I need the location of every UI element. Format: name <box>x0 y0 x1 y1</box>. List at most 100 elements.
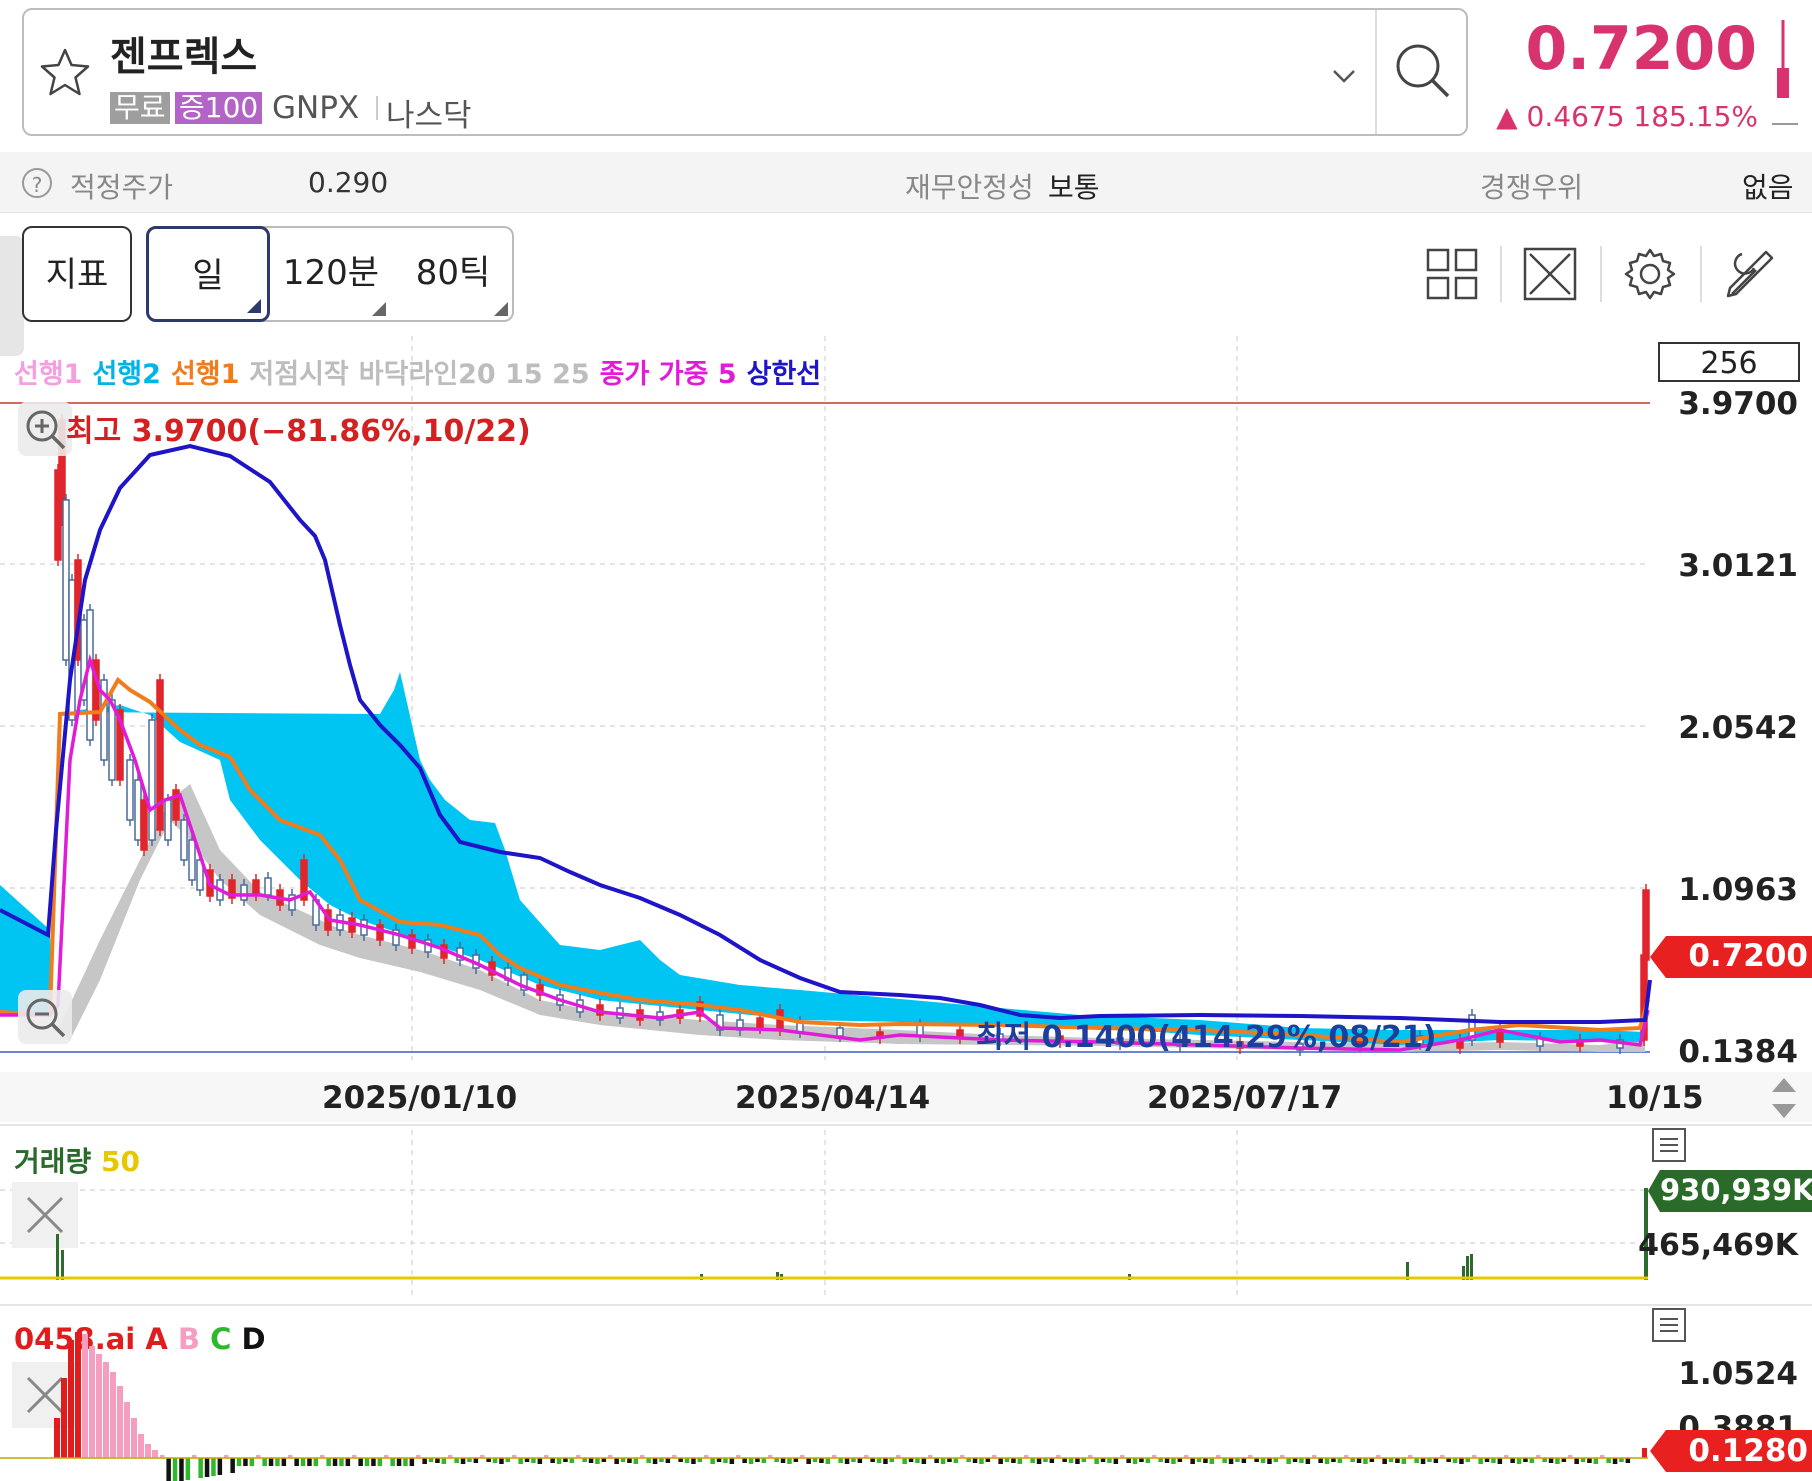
fair-price-value: 0.290 <box>308 166 389 199</box>
period-80tick-button[interactable]: 80틱 <box>392 226 514 322</box>
ai-bar <box>595 1458 600 1464</box>
ai-bar <box>1516 1458 1522 1464</box>
star-icon[interactable] <box>38 46 92 100</box>
zoom-out-icon[interactable] <box>18 990 72 1044</box>
ai-bar <box>1574 1458 1579 1464</box>
price-candle-icon <box>1777 20 1789 98</box>
period-day-button[interactable]: 일 <box>146 226 270 322</box>
candle-body <box>140 799 148 851</box>
ai-bar <box>75 1332 81 1458</box>
ai-bar <box>1228 1458 1234 1464</box>
ai-bar <box>307 1458 312 1466</box>
y-axis-label: 1.0963 <box>1678 872 1798 908</box>
ai-bar <box>326 1458 331 1466</box>
ai-bar <box>262 1458 267 1466</box>
ai-bar <box>89 1346 95 1458</box>
ai-bar <box>614 1458 619 1464</box>
margin-badge: 증100 <box>175 92 263 124</box>
competitive-advantage-label: 경쟁우위 <box>1480 171 1584 204</box>
current-price: 0.7200 <box>1525 14 1757 84</box>
ai-bar <box>825 1458 831 1464</box>
ai-bar <box>1497 1458 1503 1464</box>
candle-body <box>756 1017 764 1029</box>
visible-bars-count[interactable]: 256 <box>1658 342 1800 382</box>
ai-bar <box>1017 1458 1023 1464</box>
indicator-button[interactable]: 지표 <box>22 226 132 322</box>
ai-bar <box>1267 1458 1272 1464</box>
ai-bar <box>556 1458 562 1464</box>
ai-bar <box>1209 1458 1215 1464</box>
candle-body <box>376 924 384 941</box>
ai-bar <box>172 1458 178 1481</box>
ai-bar <box>979 1458 984 1464</box>
y-axis-label: 3.9700 <box>1678 386 1798 422</box>
ai-histogram <box>0 1332 1648 1481</box>
ai-bar <box>96 1354 102 1458</box>
ai-bar <box>1612 1458 1618 1464</box>
ai-bar <box>185 1458 191 1480</box>
divider <box>1500 246 1502 302</box>
period-120min-label: 120분 <box>282 253 380 293</box>
chevron-down-icon[interactable] <box>1322 54 1366 98</box>
free-badge: 무료 <box>110 92 170 124</box>
ai-bar <box>243 1458 248 1466</box>
tools-icon[interactable] <box>1722 246 1778 302</box>
ai-bar <box>390 1458 395 1466</box>
ai-bar <box>1459 1458 1464 1464</box>
menu-icon[interactable] <box>1652 1308 1686 1342</box>
ai-bar <box>1401 1458 1407 1464</box>
legend-leading2: 선행2 <box>92 359 161 390</box>
x-axis-label: 2025/01/10 <box>322 1080 518 1116</box>
ai-bar <box>300 1458 306 1466</box>
divider <box>1375 10 1377 134</box>
ai-bar <box>998 1458 1003 1464</box>
indicator-legend[interactable]: 선행1 선행2 선행1 저점시작 바닥라인20 15 25 종가 가중 5 상한선 <box>14 352 831 391</box>
fair-price-label: 적정주가 <box>70 171 174 204</box>
help-icon[interactable]: ? <box>22 168 52 198</box>
volume-bars <box>56 1188 1648 1280</box>
ai-bar <box>339 1458 344 1466</box>
period-day-label: 일 <box>192 256 224 296</box>
x-axis-label: 2025/07/17 <box>1147 1080 1343 1116</box>
zoom-in-icon[interactable] <box>18 402 72 456</box>
ai-bar <box>1642 1448 1647 1458</box>
gear-icon[interactable] <box>1622 246 1678 302</box>
candle-body <box>264 877 272 896</box>
ai-bar <box>883 1458 888 1464</box>
ai-bar <box>1363 1458 1368 1464</box>
period-120min-button[interactable]: 120분 <box>270 226 392 322</box>
search-icon[interactable] <box>1388 36 1458 106</box>
menu-icon[interactable] <box>1652 1128 1686 1162</box>
ai-bar <box>1555 1458 1560 1464</box>
ai-bar <box>313 1458 319 1466</box>
ai-bar <box>1132 1458 1138 1464</box>
ai-bar <box>152 1450 158 1458</box>
ai-bar <box>403 1458 408 1466</box>
fullscreen-icon[interactable] <box>1522 246 1578 302</box>
price-change: ▲ 0.4675 185.15% <box>1496 100 1758 133</box>
stock-name: 젠프렉스 <box>110 34 258 80</box>
ai-bar <box>441 1458 447 1464</box>
ai-bar <box>198 1458 203 1478</box>
divider <box>1600 246 1602 302</box>
ai-bar <box>1171 1458 1176 1464</box>
x-axis-label: 10/15 <box>1606 1080 1704 1116</box>
ai-bar <box>131 1418 137 1458</box>
ai-bar <box>124 1402 130 1458</box>
scroll-arrows-icon[interactable] <box>1764 1076 1804 1120</box>
ai-bar <box>409 1458 415 1466</box>
price-chart[interactable] <box>0 336 1812 1481</box>
ai-bar <box>249 1458 255 1466</box>
legend-leading1-orange: 선행1 <box>170 359 240 390</box>
layout-grid-icon[interactable] <box>1424 246 1480 302</box>
ai-y-top: 1.0524 <box>1678 1356 1798 1392</box>
candle-body <box>188 839 196 881</box>
ticker-symbol: GNPX <box>272 90 360 126</box>
ai-bar <box>537 1458 543 1464</box>
ai-bar <box>377 1458 383 1466</box>
candle-body <box>134 779 142 841</box>
candle-body <box>252 879 260 896</box>
ai-bar <box>371 1458 376 1466</box>
ai-bar <box>1286 1458 1291 1464</box>
ai-bar <box>358 1458 363 1466</box>
